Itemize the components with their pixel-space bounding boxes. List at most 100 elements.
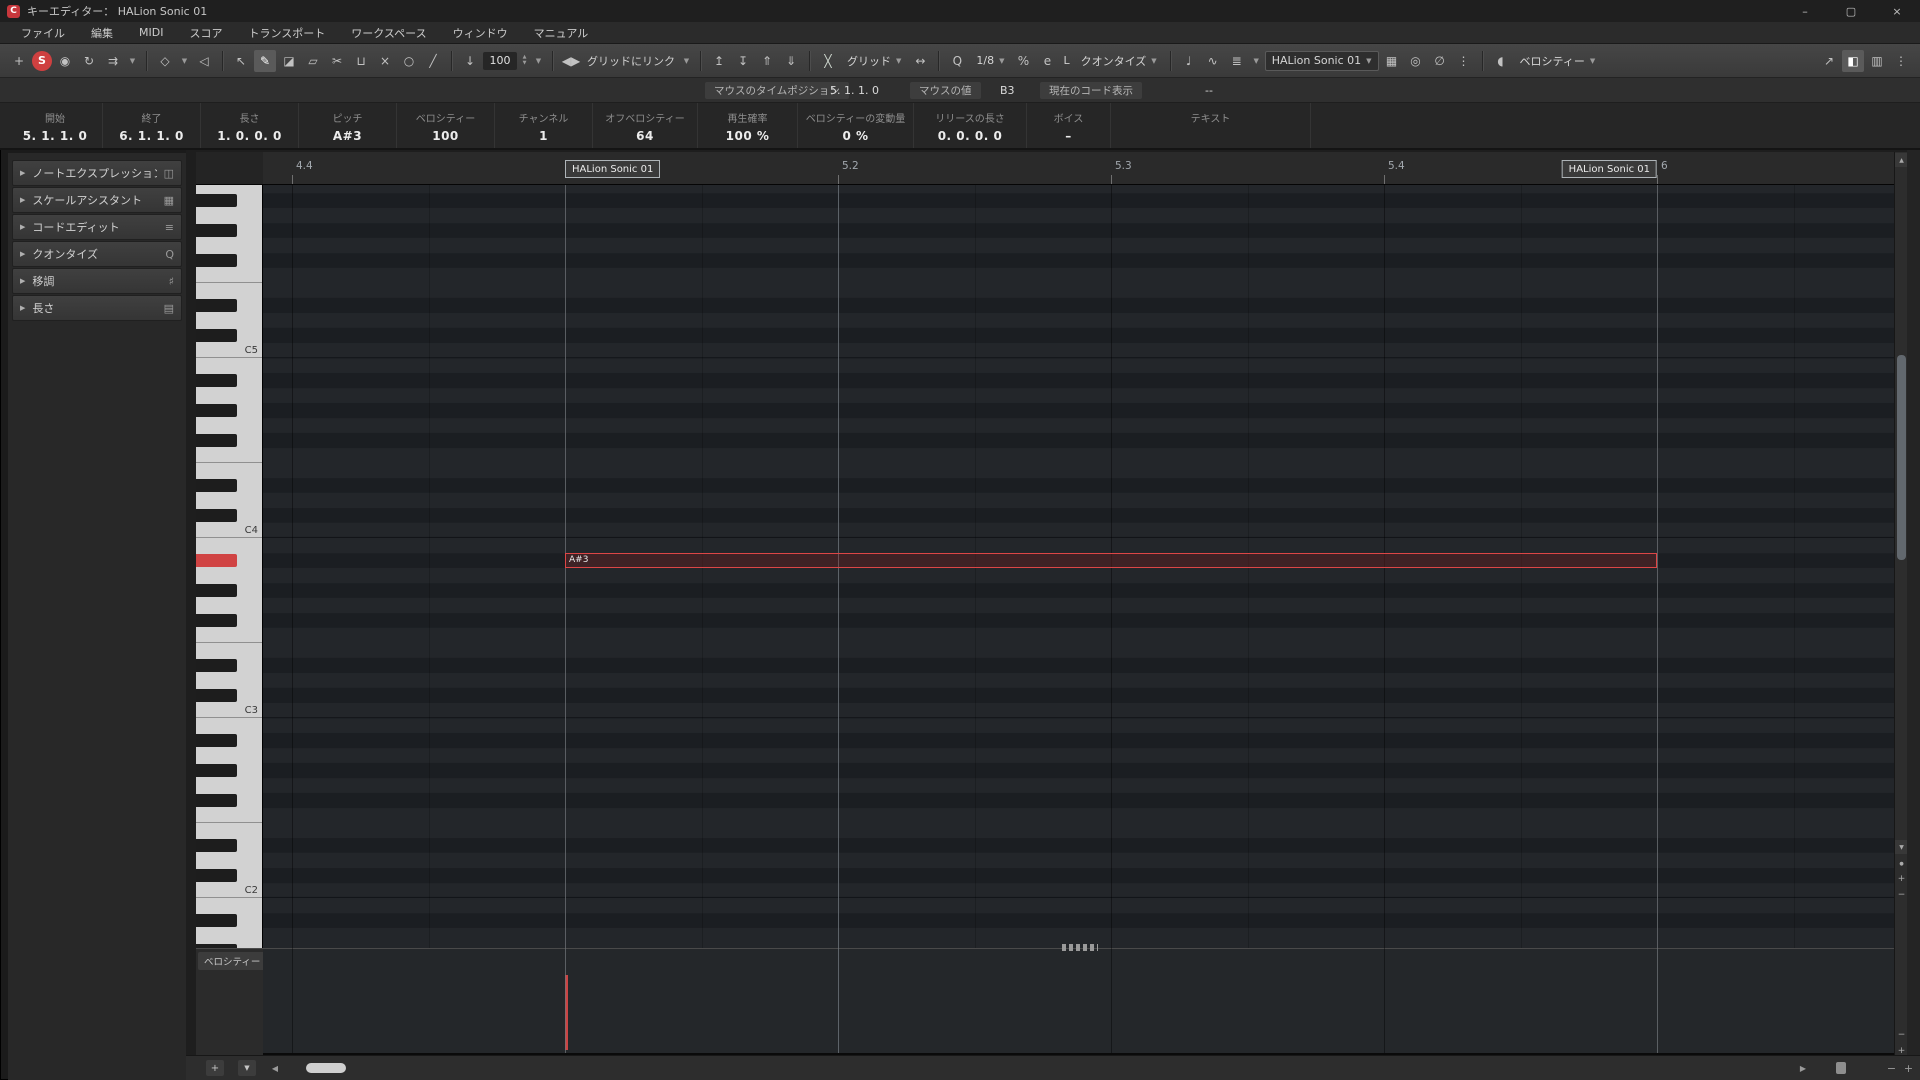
piano-key-white[interactable] bbox=[196, 185, 262, 193]
piano-key-black[interactable] bbox=[196, 689, 237, 702]
piano-key-black[interactable] bbox=[196, 224, 237, 237]
piano-key-black[interactable] bbox=[196, 764, 237, 777]
split-tool[interactable]: ✂ bbox=[326, 50, 348, 72]
info-start[interactable]: 開始 5. 1. 1. 0 bbox=[8, 103, 103, 148]
piano-key-black[interactable] bbox=[196, 194, 237, 207]
part-selector-dropdown[interactable]: HALion Sonic 01 ▼ bbox=[1264, 50, 1379, 71]
editor-options-kebab[interactable]: ⋮ bbox=[1453, 50, 1475, 72]
show-part-borders-button[interactable]: ▦ bbox=[1381, 50, 1403, 72]
minimize-button[interactable]: – bbox=[1782, 0, 1828, 22]
ruler[interactable]: 4.4 5.2 5.3 5.4 6 HALion Sonic 01 HALion Sonic… bbox=[263, 152, 1894, 185]
insert-velocity-stepper[interactable]: ▲ ▼ bbox=[519, 55, 530, 66]
glue-tool[interactable]: ⊔ bbox=[350, 50, 372, 72]
info-voice[interactable]: ボイス – bbox=[1027, 103, 1111, 148]
zoom-out-button[interactable]: − bbox=[1884, 1060, 1899, 1076]
info-length[interactable]: 長さ 1. 0. 0. 0 bbox=[201, 103, 299, 148]
length-quantize-dropdown[interactable]: クオンタイズ ▼ bbox=[1075, 51, 1163, 71]
scroll-left-button[interactable]: ◀ bbox=[268, 1061, 282, 1075]
mute-tool[interactable]: × bbox=[374, 50, 396, 72]
piano-key-white[interactable] bbox=[196, 448, 262, 463]
note-expression-options-dropdown[interactable]: ▼ bbox=[178, 50, 191, 72]
piano-key-white[interactable] bbox=[196, 673, 262, 688]
panel-length[interactable]: ▶ 長さ ▤ bbox=[12, 295, 182, 321]
piano-key-white[interactable] bbox=[196, 358, 262, 373]
solo-editor-button[interactable]: S bbox=[32, 50, 52, 71]
horizontal-scrollbar-thumb[interactable] bbox=[306, 1063, 346, 1073]
info-pitch[interactable]: ピッチ A#3 bbox=[299, 103, 397, 148]
iterative-quantize-button[interactable]: % bbox=[1012, 50, 1034, 72]
piano-key-black[interactable] bbox=[196, 794, 237, 807]
piano-key-white[interactable] bbox=[196, 418, 262, 433]
global-tracks-button[interactable]: ◎ bbox=[1405, 50, 1427, 72]
piano-key-white[interactable] bbox=[196, 463, 262, 478]
menu-manual[interactable]: マニュアル bbox=[521, 22, 602, 43]
insert-velocity-value[interactable]: 100 bbox=[483, 51, 517, 70]
piano-key-selected[interactable] bbox=[196, 554, 237, 567]
piano-key-black[interactable] bbox=[196, 299, 237, 312]
open-in-window-button[interactable]: ↗ bbox=[1818, 50, 1840, 72]
grid-link-icon[interactable]: ◀▶ bbox=[560, 50, 582, 72]
piano-key-white[interactable] bbox=[196, 643, 262, 658]
piano-key-white[interactable] bbox=[196, 898, 262, 913]
piano-key-white[interactable] bbox=[196, 538, 262, 553]
menu-edit[interactable]: 編集 bbox=[78, 22, 126, 43]
piano-key-white[interactable] bbox=[196, 928, 262, 943]
piano-key-white[interactable] bbox=[196, 748, 262, 763]
piano-key-black[interactable] bbox=[196, 614, 237, 627]
draw-tool[interactable]: ✎ bbox=[254, 49, 276, 72]
erase-tool[interactable]: ◪ bbox=[278, 50, 300, 72]
edit-active-part-dropdown[interactable]: ▼ bbox=[1250, 50, 1263, 72]
edit-active-part-button[interactable]: ≣ bbox=[1226, 50, 1248, 72]
piano-key-black[interactable] bbox=[196, 254, 237, 267]
piano-key-white[interactable] bbox=[196, 313, 262, 328]
piano-key-white[interactable] bbox=[196, 493, 262, 508]
part-name-label[interactable]: HALion Sonic 01 bbox=[1561, 160, 1657, 178]
piano-key-white[interactable] bbox=[196, 238, 262, 253]
quantize-icon[interactable]: Q bbox=[946, 50, 968, 72]
midi-step-input-button[interactable]: ∿ bbox=[1202, 50, 1224, 72]
add-lane-button[interactable]: + bbox=[206, 1060, 224, 1076]
menu-scores[interactable]: スコア bbox=[176, 22, 235, 43]
quantize-panel-button[interactable]: e bbox=[1036, 50, 1058, 72]
note-expression-data-button[interactable]: ◇ bbox=[154, 50, 176, 72]
grid-link-dropdown[interactable]: ▼ bbox=[680, 50, 693, 72]
piano-key-white[interactable] bbox=[196, 283, 262, 298]
piano-key-white[interactable] bbox=[196, 268, 262, 283]
vertical-scrollbar-thumb[interactable] bbox=[1897, 355, 1906, 560]
set-up-window-layout-button[interactable]: ▥ bbox=[1866, 50, 1888, 72]
info-velocity[interactable]: ベロシティー 100 bbox=[397, 103, 495, 148]
toolbar-setup-kebab[interactable]: ⋮ bbox=[1890, 50, 1912, 72]
quantize-preset-dropdown[interactable]: 1/8 ▼ bbox=[970, 51, 1010, 71]
menu-window[interactable]: ウィンドウ bbox=[440, 22, 521, 43]
menu-transport[interactable]: トランスポート bbox=[235, 22, 338, 43]
panel-scale-assistant[interactable]: ▶ スケールアシスタント ▦ bbox=[12, 187, 182, 213]
info-velocity-variance[interactable]: ベロシティーの変動量 0 % bbox=[798, 103, 914, 148]
piano-key-black[interactable] bbox=[196, 329, 237, 342]
part-name-label[interactable]: HALion Sonic 01 bbox=[565, 160, 661, 178]
info-end[interactable]: 終了 6. 1. 1. 0 bbox=[103, 103, 201, 148]
zoom-tool[interactable]: ○ bbox=[398, 50, 420, 72]
piano-key-black[interactable] bbox=[196, 434, 237, 447]
piano-key-white[interactable] bbox=[196, 388, 262, 403]
piano-key-white[interactable] bbox=[196, 568, 262, 583]
panel-transpose[interactable]: ▶ 移調 ♯ bbox=[12, 268, 182, 294]
trim-tool[interactable]: ▱ bbox=[302, 50, 324, 72]
autoscroll-options-dropdown[interactable]: ▼ bbox=[126, 50, 139, 72]
scroll-right-button[interactable]: ▶ bbox=[1796, 1061, 1810, 1075]
menu-workspaces[interactable]: ワークスペース bbox=[338, 22, 439, 43]
velocity-stem[interactable] bbox=[565, 975, 568, 1050]
piano-key-black[interactable] bbox=[196, 404, 237, 417]
nudge-down-button[interactable]: ↧ bbox=[732, 50, 754, 72]
info-off-velocity[interactable]: オフベロシティー 64 bbox=[593, 103, 698, 148]
velocity-lane[interactable] bbox=[263, 948, 1894, 1055]
piano-key-black[interactable] bbox=[196, 734, 237, 747]
left-zone-toggle[interactable]: ◧ bbox=[1842, 49, 1864, 72]
piano-keyboard[interactable]: C5 C4 C3 C2 bbox=[196, 185, 263, 948]
nudge-up-button[interactable]: ↥ bbox=[708, 50, 730, 72]
insert-velocity-icon[interactable]: ↓ bbox=[459, 50, 481, 72]
snap-toggle[interactable]: ╳ bbox=[817, 50, 839, 72]
object-selection-tool[interactable]: ↖ bbox=[230, 50, 252, 72]
insert-velocity-dropdown[interactable]: ▼ bbox=[532, 50, 545, 72]
close-button[interactable]: × bbox=[1874, 0, 1920, 22]
grid-relative-button[interactable]: ↔ bbox=[909, 50, 931, 72]
